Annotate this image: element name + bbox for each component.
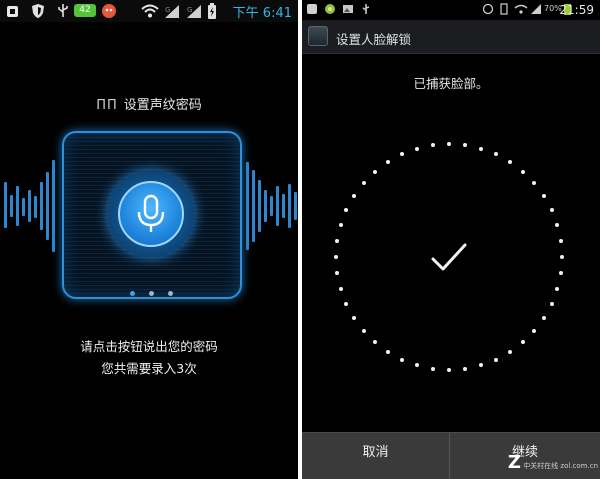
- ring-dot: [415, 146, 420, 151]
- alarm-icon: [482, 3, 494, 15]
- page-title-text: 设置声纹密码: [123, 98, 202, 113]
- ring-dot: [430, 143, 435, 148]
- instruction-text: 请点击按钮说出您的密码: [80, 339, 218, 354]
- ring-dot: [447, 142, 451, 146]
- status-time: 21:59: [559, 3, 594, 17]
- ring-dot: [560, 255, 564, 259]
- usb-debug-icon: [7, 6, 18, 17]
- watermark: Z 中关村在线 zol.com.cn: [508, 452, 598, 473]
- ring-dot: [400, 357, 405, 362]
- ring-dot: [335, 238, 340, 243]
- capture-status-text: 已捕获脸部。: [413, 76, 489, 91]
- ring-dot: [344, 301, 349, 306]
- ring-dot: [385, 350, 390, 355]
- watermark-logo: Z: [507, 452, 521, 473]
- settings-app-icon: [308, 26, 328, 46]
- voice-title-icon: ΠΠ: [96, 98, 118, 113]
- ring-dot: [338, 286, 343, 291]
- svg-text:G: G: [165, 6, 170, 14]
- ring-dot: [430, 366, 435, 371]
- ring-dot: [532, 328, 537, 333]
- app-notification-icon: [102, 4, 116, 18]
- ring-dot: [508, 350, 513, 355]
- ring-dot: [373, 340, 377, 345]
- face-unlock-screen: 70% 21:59 设置人脸解锁 已捕获脸部。 取消 继续 Z 中关村在线 zo…: [302, 0, 600, 479]
- ring-dot: [463, 143, 468, 148]
- wifi-icon: [141, 4, 159, 18]
- ring-dot: [338, 223, 343, 228]
- record-count-text: 您共需要录入3次: [101, 361, 197, 376]
- action-bar: 设置人脸解锁: [302, 20, 600, 54]
- usb-icon: [362, 4, 370, 14]
- page-title: ΠΠ 设置声纹密码: [0, 94, 298, 113]
- ring-dot: [344, 208, 349, 213]
- page-dot-1: [130, 291, 135, 296]
- status-bar: 42 G G 下午 6:41: [0, 0, 298, 22]
- ring-dot: [549, 208, 554, 213]
- ring-dot: [415, 363, 420, 368]
- signal-icon: [531, 4, 541, 14]
- record-button-ring: [108, 171, 194, 257]
- shield-icon: [32, 4, 44, 18]
- voice-record-panel: [62, 131, 242, 299]
- battery-icon: [208, 3, 216, 19]
- ring-dot: [447, 368, 451, 372]
- battery-badge: 42: [74, 4, 96, 17]
- ring-dot: [478, 146, 483, 151]
- status-bar: 70% 21:59: [302, 0, 600, 18]
- flower-icon: [325, 4, 335, 14]
- ring-dot: [361, 328, 366, 333]
- svg-text:G: G: [187, 6, 192, 14]
- wifi-icon: [514, 4, 528, 14]
- ring-dot: [351, 316, 356, 321]
- notification-icon: [307, 4, 317, 14]
- ring-dot: [558, 238, 563, 243]
- ring-dot: [334, 255, 338, 259]
- ring-dot: [373, 169, 377, 174]
- ring-dot: [463, 366, 468, 371]
- cancel-button[interactable]: 取消: [302, 433, 450, 479]
- ring-dot: [542, 316, 547, 321]
- ring-dot: [351, 193, 356, 198]
- usb-icon: [58, 4, 68, 17]
- ring-dot: [532, 181, 537, 185]
- checkmark-icon: [431, 243, 467, 271]
- ring-dot: [508, 159, 513, 164]
- page-dot-3: [168, 291, 173, 296]
- ring-dot: [520, 340, 525, 345]
- ring-dot: [555, 286, 560, 291]
- status-time: 下午 6:41: [232, 6, 292, 21]
- page-indicator: [124, 291, 184, 299]
- microphone-icon: [137, 194, 165, 232]
- ring-dot: [558, 271, 563, 276]
- watermark-text: 中关村在线 zol.com.cn: [523, 462, 598, 470]
- voice-password-screen: 42 G G 下午 6:41 ΠΠ 设置声纹密码 请点击按钮说出您的密码 您共需…: [0, 0, 298, 479]
- ring-dot: [493, 357, 498, 362]
- signal-icon-2: G: [187, 5, 201, 18]
- ring-dot: [400, 152, 405, 157]
- ring-dot: [385, 159, 390, 164]
- ring-dot: [520, 169, 525, 174]
- ring-dot: [335, 271, 340, 276]
- ring-dot: [549, 301, 554, 306]
- record-voice-button[interactable]: [118, 181, 184, 247]
- signal-icon: G: [165, 5, 179, 18]
- ring-dot: [555, 223, 560, 228]
- ring-dot: [542, 193, 547, 198]
- ring-dot: [478, 363, 483, 368]
- ring-dot: [361, 181, 366, 185]
- ring-dot: [493, 152, 498, 157]
- vibrate-icon: [500, 3, 508, 15]
- page-title: 设置人脸解锁: [336, 32, 412, 47]
- page-dot-2: [149, 291, 154, 296]
- image-icon: [343, 5, 353, 13]
